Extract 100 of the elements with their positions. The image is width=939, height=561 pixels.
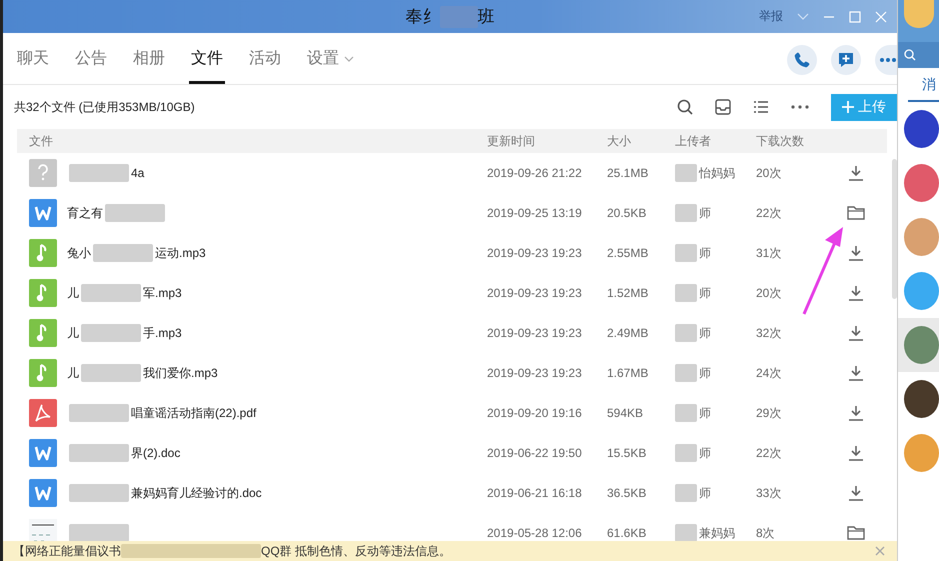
table-cell-text: 2019-06-21 16:18	[487, 486, 583, 500]
tab[interactable]: 设置	[305, 33, 356, 84]
download-icon[interactable]	[848, 165, 864, 181]
window-title: 奉纟	[406, 6, 440, 28]
redaction-block	[69, 484, 129, 502]
table-cell-text: 24次	[756, 364, 782, 382]
file-name[interactable]: 4a	[131, 166, 144, 180]
table-cell-text: 32次	[756, 324, 782, 342]
table-cell-text: 15.5KB	[607, 446, 648, 460]
redaction-block	[675, 364, 697, 382]
table-cell-text: 1.52MB	[607, 286, 650, 300]
table-cell-text: 2019-09-23 19:23	[487, 326, 583, 340]
redaction-block	[69, 404, 129, 422]
file-name[interactable]: 手.mp3	[143, 324, 182, 342]
file-name[interactable]: 界(2).doc	[131, 444, 180, 462]
file-name[interactable]: 军.mp3	[143, 284, 182, 302]
redaction-block	[81, 324, 141, 342]
redaction-block	[675, 444, 697, 462]
column-header[interactable]: 更新时间	[487, 132, 607, 150]
file-name[interactable]: 运动.mp3	[155, 244, 206, 262]
tab[interactable]: 文件	[189, 33, 225, 84]
table-cell: 师	[699, 404, 711, 422]
download-icon[interactable]	[848, 325, 864, 341]
tab[interactable]: 消	[908, 68, 939, 102]
more-icon	[879, 56, 897, 62]
new-chat-button[interactable]	[831, 44, 861, 74]
table-cell-text: 29次	[756, 404, 782, 422]
table-cell: 师	[699, 484, 711, 502]
column-header[interactable]: 文件	[17, 132, 487, 150]
table-cell: 师	[699, 444, 711, 462]
table-cell-text: 20次	[756, 164, 782, 182]
notice-text: 【网络正能量倡议书	[13, 542, 121, 560]
redaction-block	[69, 164, 129, 182]
folder-icon[interactable]	[847, 526, 865, 540]
table-cell: 师	[699, 204, 711, 222]
file-summary: 共32个文件 (已使用353MB/10GB)	[14, 98, 196, 116]
file-name[interactable]: 儿	[67, 284, 79, 302]
scrollbar[interactable]	[892, 159, 897, 299]
chat-plus-icon	[837, 50, 855, 68]
table-cell-text: 61.6KB	[607, 526, 648, 540]
redaction-block	[93, 244, 153, 262]
download-icon[interactable]	[848, 285, 864, 301]
tray-icon[interactable]	[715, 99, 731, 115]
avatar[interactable]	[904, 110, 939, 148]
download-icon[interactable]	[848, 245, 864, 261]
table-cell-text: 2019-09-23 19:23	[487, 366, 583, 380]
tab[interactable]: 聊天	[15, 33, 51, 84]
tab[interactable]: 相册	[131, 33, 167, 84]
table-cell-text: 2019-09-26 21:22	[487, 166, 583, 180]
table-cell-text: 2019-09-20 19:16	[487, 406, 583, 420]
redaction-block	[675, 284, 697, 302]
table-cell-text: 2.55MB	[607, 246, 650, 260]
file-name[interactable]: 育之有	[67, 204, 103, 222]
folder-icon[interactable]	[847, 206, 865, 220]
redaction-block	[675, 204, 697, 222]
tab[interactable]: 公告	[73, 33, 109, 84]
table-cell-text: 2019-09-25 13:19	[487, 206, 583, 220]
search-icon	[904, 49, 916, 61]
table-cell: 兼妈妈	[699, 524, 735, 541]
redaction-block	[675, 164, 697, 182]
file-name[interactable]: 唱童谣活动指南(22).pdf	[131, 404, 256, 422]
more-button[interactable]	[875, 44, 897, 74]
column-header[interactable]: 大小	[607, 132, 675, 150]
download-icon[interactable]	[848, 365, 864, 381]
file-name[interactable]: 兔小	[67, 244, 91, 262]
plus-icon	[842, 101, 854, 113]
redaction-block	[81, 284, 141, 302]
list-icon[interactable]	[753, 100, 769, 114]
more-icon[interactable]	[791, 105, 809, 109]
avatar[interactable]	[904, 380, 939, 418]
table-cell-text: 25.1MB	[607, 166, 650, 180]
download-icon[interactable]	[848, 445, 864, 461]
table-cell-text: 8次	[756, 524, 776, 541]
file-name[interactable]: 兼妈妈育儿经验讨的.doc	[131, 484, 262, 502]
column-header[interactable]: 下载次数	[756, 132, 836, 150]
redaction-block	[675, 324, 697, 342]
table-cell: 师	[699, 324, 711, 342]
redaction-block	[69, 524, 129, 541]
table-cell-text: 2019-09-23 19:23	[487, 246, 583, 260]
tab[interactable]: 活动	[247, 33, 283, 84]
table-cell-text: 20次	[756, 284, 782, 302]
notice-text: QQ群 抵制色情、反动等违法信息。	[261, 542, 452, 560]
avatar	[904, 0, 934, 28]
table-cell-text: 31次	[756, 244, 782, 262]
table-cell: 师	[699, 244, 711, 262]
file-name[interactable]: 儿	[67, 364, 79, 382]
file-name[interactable]: 我们爱你.mp3	[143, 364, 218, 382]
file-name[interactable]: 儿	[67, 324, 79, 342]
table-cell-text: 2019-05-28 12:06	[487, 526, 583, 540]
table-cell-text: 33次	[756, 484, 782, 502]
phone-button[interactable]	[787, 44, 817, 74]
redaction-block	[69, 444, 129, 462]
download-icon[interactable]	[848, 485, 864, 501]
column-header[interactable]: 上传者	[675, 132, 756, 150]
search-icon[interactable]	[677, 99, 693, 115]
table-cell-text: 2019-06-22 19:50	[487, 446, 583, 460]
download-icon[interactable]	[848, 405, 864, 421]
table-cell: 怡妈妈	[699, 164, 735, 182]
table-cell-text: 22次	[756, 204, 782, 222]
search-field[interactable]	[898, 42, 939, 68]
